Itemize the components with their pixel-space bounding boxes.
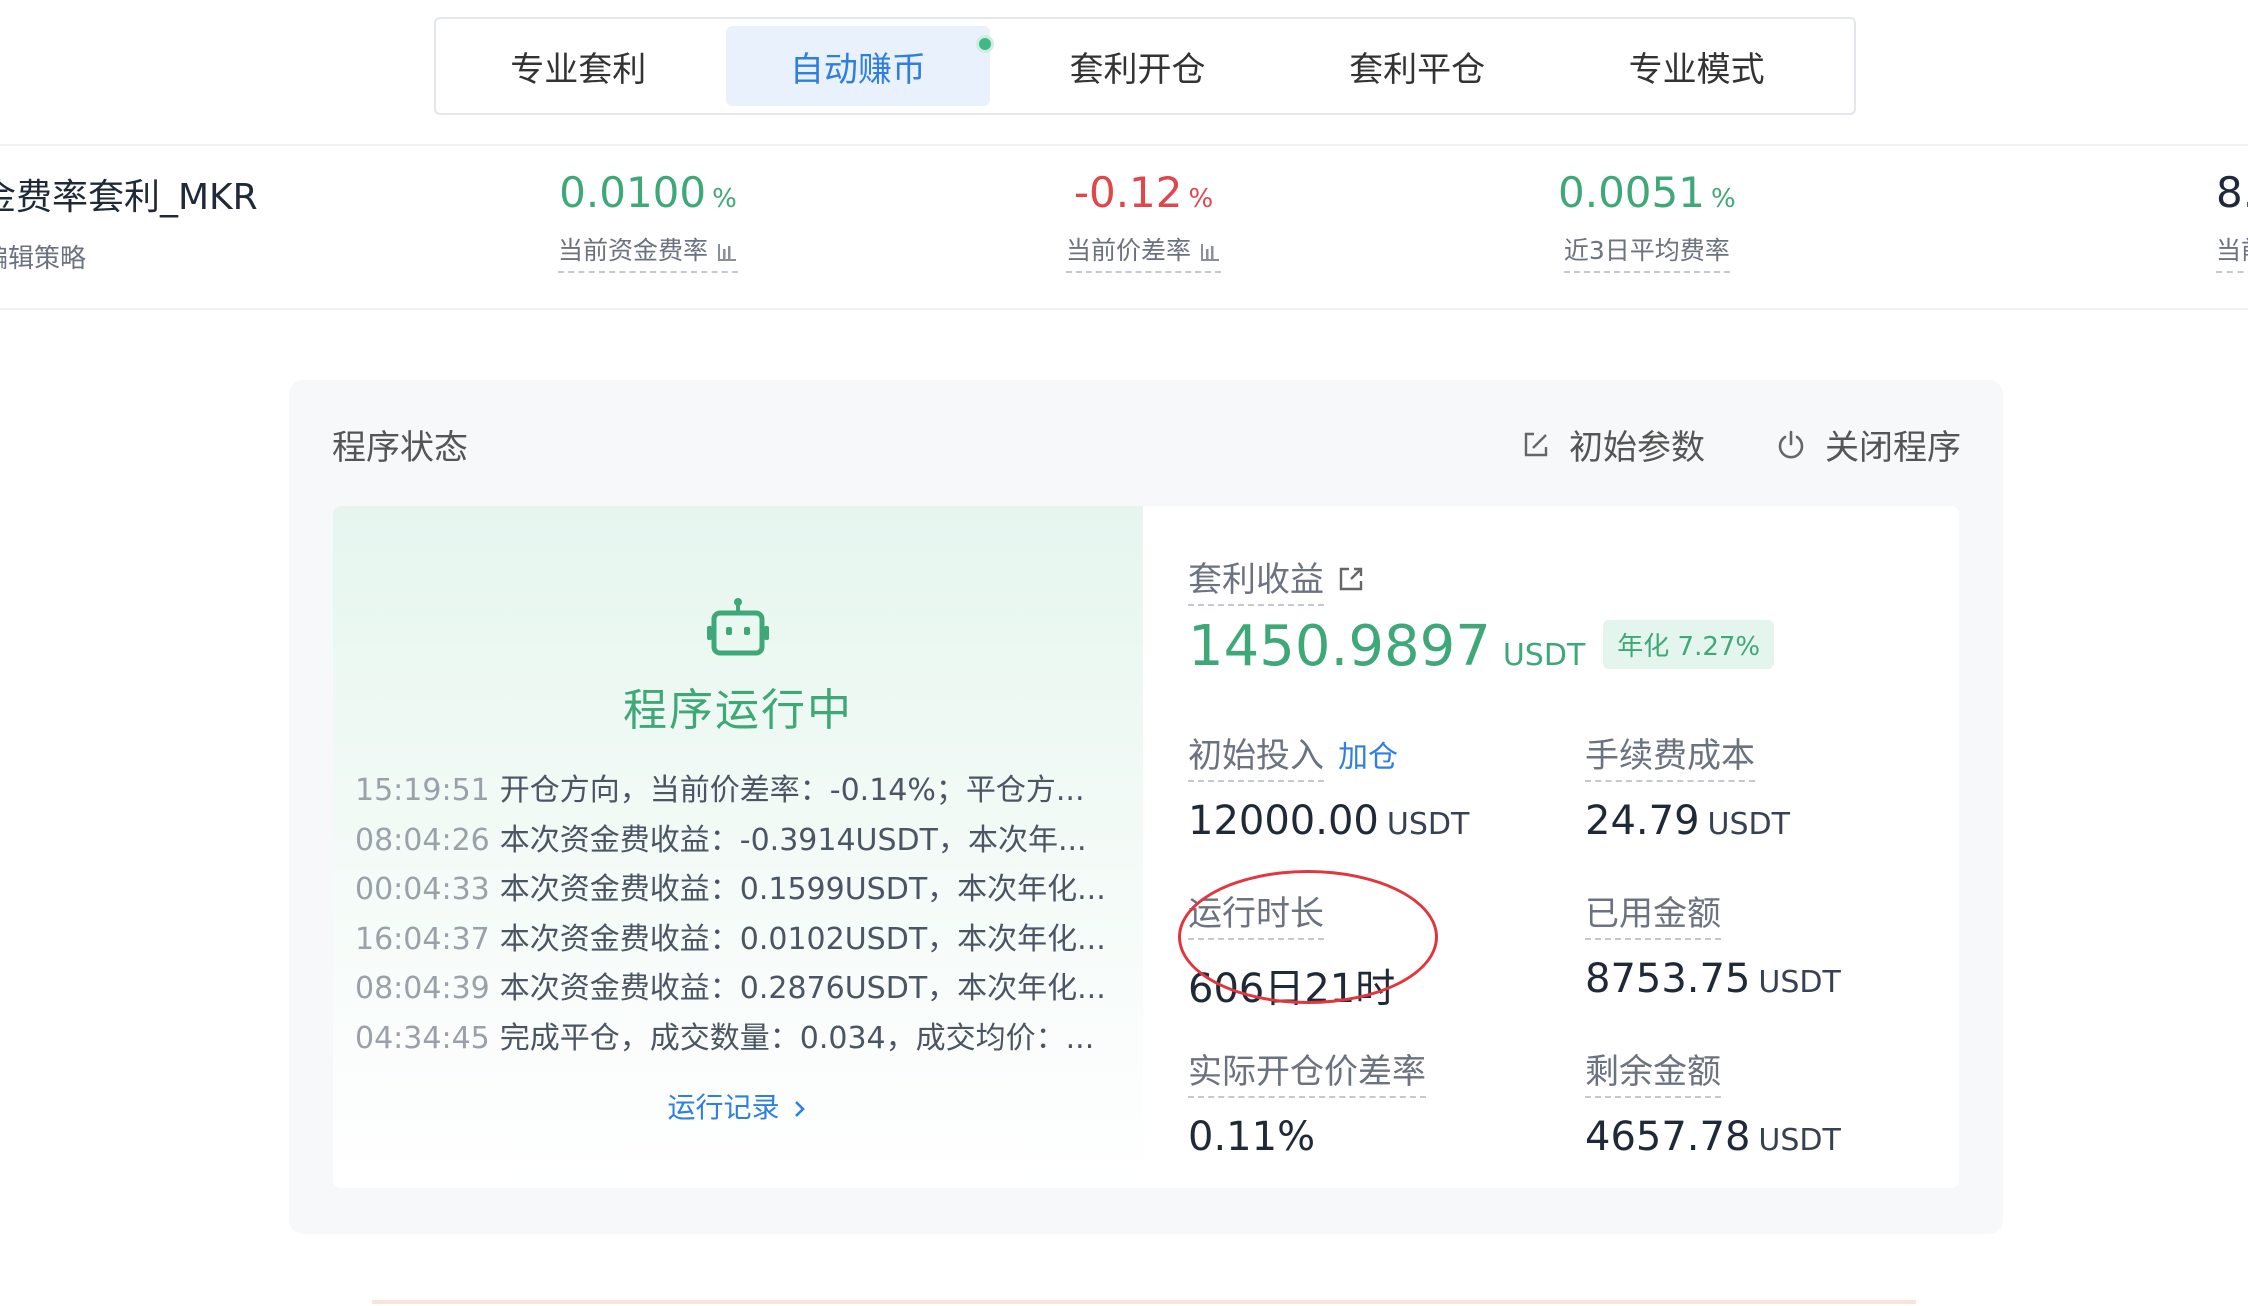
metric-label[interactable]: 当前价差率 — [1066, 231, 1222, 273]
init-params-label: 初始参数 — [1569, 428, 1705, 468]
run-status-panel: 程序运行中 15:19:51 开仓方向，当前价差率：-0.14%；平仓方... 0… — [333, 506, 1143, 1188]
stat-label: 已用金额 — [1585, 886, 1721, 940]
init-params-button[interactable]: 初始参数 — [1521, 420, 1705, 469]
log-entry: 04:34:45 完成平仓，成交数量：0.034，成交均价：... — [355, 1020, 1095, 1056]
stat-actual-spread: 实际开仓价差率 0.11% — [1188, 1044, 1426, 1160]
stat-value: 4657.78 USDT — [1585, 1114, 1841, 1160]
stat-value: 606日21时 — [1188, 966, 1396, 1012]
tab-label: 自动赚币 — [789, 49, 926, 90]
strategy-name: 金费率套利_MKR — [0, 177, 258, 218]
chevron-right-icon — [795, 1101, 806, 1117]
metric-funding-rate: 0.0100% 当前资金费率 — [558, 168, 739, 273]
tab-label: 套利开仓 — [1069, 49, 1206, 90]
run-status-title: 程序运行中 — [623, 685, 853, 736]
income-value-row: 1450.9897 USDT 年化 7.27% — [1188, 614, 1775, 679]
close-program-label: 关闭程序 — [1825, 428, 1961, 468]
external-link-icon[interactable] — [1336, 564, 1366, 594]
income-label-row: 套利收益 — [1188, 552, 1366, 606]
tab-label: 专业模式 — [1628, 49, 1765, 90]
stat-used-amount: 已用金额 8753.75 USDT — [1585, 886, 1841, 1002]
metric-value: 0.0100% — [559, 168, 737, 217]
stat-value: 12000.00 USDT — [1188, 798, 1470, 844]
stat-run-duration: 运行时长 606日21时 — [1188, 886, 1395, 1014]
stat-label: 手续费成本 — [1585, 728, 1755, 782]
stat-fee-cost: 手续费成本 24.79 USDT — [1585, 728, 1790, 844]
run-log-list: 15:19:51 开仓方向，当前价差率：-0.14%；平仓方... 08:04:2… — [355, 766, 1125, 1063]
tab-label: 专业套利 — [510, 49, 647, 90]
income-value: 1450.9897 — [1188, 614, 1491, 679]
metric-label: 当前 — [2216, 231, 2248, 273]
bottom-accent-line — [372, 1300, 1916, 1304]
income-label: 套利收益 — [1188, 552, 1324, 606]
program-status-card: 程序状态 初始参数 关闭程序 程序运行中 15:19:51 开仓方向，当前价差率… — [289, 380, 2003, 1234]
bar-chart-icon[interactable] — [1199, 241, 1221, 263]
metric-avg-rate-3d: 0.0051% 近3日平均费率 — [1558, 168, 1736, 273]
stat-value: 24.79 USDT — [1585, 798, 1790, 844]
tab-pro-arbitrage[interactable]: 专业套利 — [446, 26, 711, 106]
stat-remaining-amount: 剩余金额 4657.78 USDT — [1585, 1044, 1841, 1160]
card-actions: 初始参数 关闭程序 — [1521, 420, 1961, 469]
stat-label: 剩余金额 — [1585, 1044, 1721, 1098]
metric-label: 近3日平均费率 — [1563, 231, 1730, 273]
tab-auto-earn[interactable]: 自动赚币 — [725, 26, 995, 106]
add-position-link[interactable]: 加仓 — [1338, 740, 1398, 775]
status-panel: 程序运行中 15:19:51 开仓方向，当前价差率：-0.14%；平仓方... 0… — [333, 506, 1959, 1188]
metric-value: -0.12% — [1073, 168, 1214, 217]
stats-panel: 套利收益 1450.9897 USDT 年化 7.27% 初始投入 加仓 1200… — [1143, 506, 1959, 1188]
mode-tabs: 专业套利 自动赚币 套利开仓 套利平仓 专业模式 — [434, 17, 1856, 115]
close-program-button[interactable]: 关闭程序 — [1775, 420, 1961, 469]
metric-value: 8. — [2216, 168, 2248, 217]
log-entry: 16:04:37 本次资金费收益：0.0102USDT，本次年化... — [355, 921, 1106, 957]
stat-label: 初始投入 — [1188, 728, 1324, 782]
stat-value: 8753.75 USDT — [1585, 956, 1841, 1002]
log-entry: 00:04:33 本次资金费收益：0.1599USDT，本次年化... — [355, 872, 1106, 907]
log-entry: 08:04:39 本次资金费收益：0.2876USDT，本次年化... — [355, 971, 1106, 1006]
stat-label: 运行时长 — [1188, 886, 1324, 940]
power-icon — [1778, 430, 1804, 458]
tab-close-position[interactable]: 套利平仓 — [1285, 26, 1550, 106]
active-status-dot — [976, 35, 995, 53]
stat-value: 0.11% — [1188, 1114, 1316, 1160]
edit-icon — [1524, 432, 1548, 456]
edit-strategy-link[interactable]: 编辑策略 — [0, 238, 258, 275]
tab-pro-mode[interactable]: 专业模式 — [1564, 26, 1829, 106]
stat-initial-investment: 初始投入 加仓 12000.00 USDT — [1188, 728, 1469, 844]
divider — [0, 308, 2248, 310]
stat-label: 实际开仓价差率 — [1188, 1044, 1426, 1098]
bar-chart-icon[interactable] — [716, 241, 738, 263]
divider — [0, 144, 2248, 146]
income-unit: USDT — [1502, 638, 1586, 673]
tab-label: 套利平仓 — [1349, 49, 1486, 90]
page: 专业套利 自动赚币 套利开仓 套利平仓 专业模式 金费率套利_MKR 编辑策略 … — [0, 0, 2248, 1306]
run-record-link[interactable]: 运行记录 — [333, 1086, 1143, 1126]
log-entry: 15:19:51 开仓方向，当前价差率：-0.14%；平仓方... — [355, 773, 1085, 808]
log-entry: 08:04:26 本次资金费收益：-0.3914USDT，本次年... — [355, 822, 1087, 858]
metric-truncated: 8. 当前 — [2216, 168, 2248, 273]
strategy-info: 金费率套利_MKR 编辑策略 — [0, 168, 258, 275]
robot-icon — [707, 598, 769, 656]
metric-price-spread: -0.12% 当前价差率 — [1066, 168, 1222, 273]
metric-label[interactable]: 当前资金费率 — [558, 231, 739, 273]
card-title: 程序状态 — [332, 428, 468, 468]
metric-value: 0.0051% — [1558, 168, 1736, 217]
tab-open-position[interactable]: 套利开仓 — [1005, 26, 1270, 106]
annual-yield-badge: 年化 7.27% — [1603, 620, 1775, 669]
